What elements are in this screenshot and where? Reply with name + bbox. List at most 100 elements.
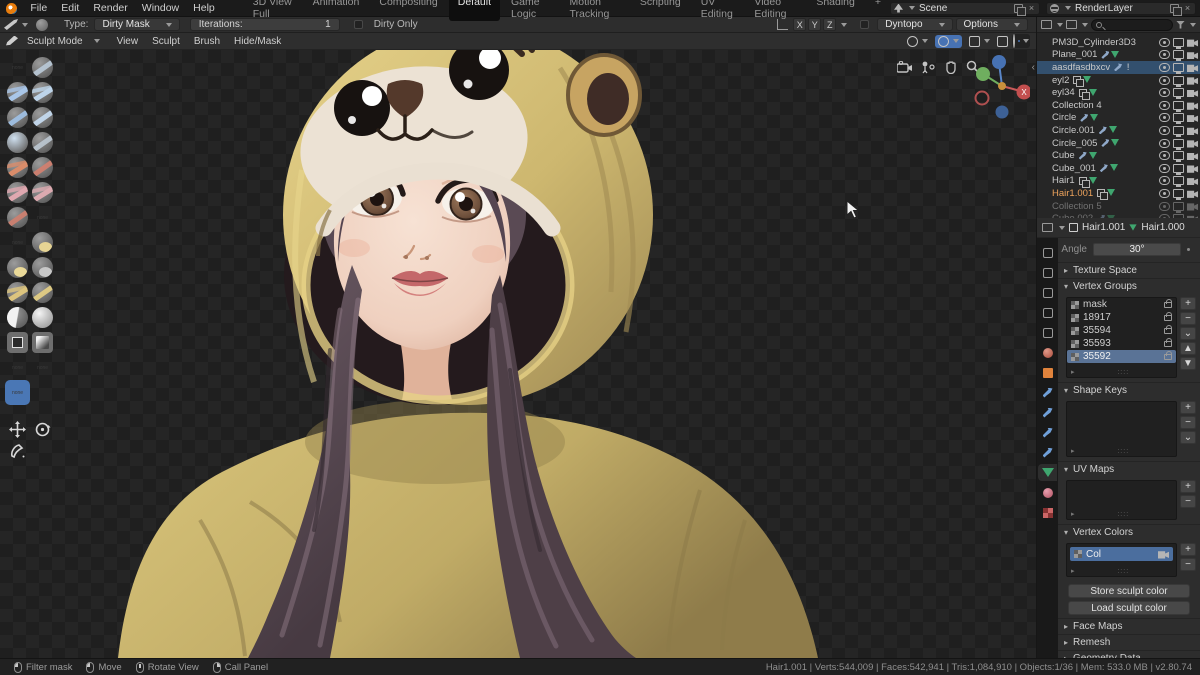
outliner-row[interactable]: Collection 4	[1037, 99, 1200, 112]
brush-button[interactable]	[32, 232, 53, 253]
menu-item[interactable]: Window	[135, 2, 186, 14]
view-layer-icon[interactable]	[1040, 306, 1055, 319]
outliner-row[interactable]: Circle_005	[1037, 137, 1200, 150]
visibility-eye-icon[interactable]	[1159, 113, 1170, 122]
visibility-eye-icon[interactable]	[1159, 164, 1170, 173]
brush-button[interactable]: none	[32, 207, 53, 228]
close-icon[interactable]: ×	[1183, 4, 1192, 13]
brush-button[interactable]	[32, 57, 53, 78]
load-sculpt-color-button[interactable]: Load sculpt color	[1068, 601, 1190, 615]
collapsed-panel-header[interactable]: Face Maps	[1058, 618, 1200, 634]
brush-button[interactable]	[32, 82, 53, 103]
add-vertex-color-button[interactable]: +	[1180, 543, 1196, 556]
workspace-tab[interactable]: Game Logic	[502, 0, 558, 21]
workspace-tab[interactable]: 3D View Full	[244, 0, 302, 21]
vertex-group-row[interactable]: 35592	[1067, 350, 1176, 363]
lock-icon[interactable]	[1164, 328, 1172, 334]
output-icon[interactable]	[1040, 286, 1055, 299]
brush-button[interactable]: none	[7, 357, 28, 378]
panel-texture-space[interactable]: Texture Space	[1058, 262, 1200, 278]
workspace-tab[interactable]: Video Editing	[745, 0, 805, 21]
brush-button[interactable]: none	[32, 357, 53, 378]
outliner-row[interactable]: Circle.001	[1037, 124, 1200, 137]
workspace-tab[interactable]: Default	[449, 0, 500, 21]
move-up-button[interactable]: ▲	[1180, 342, 1196, 355]
brush-button[interactable]	[32, 107, 53, 128]
lock-icon[interactable]	[1164, 315, 1172, 321]
copy-icon[interactable]	[1014, 4, 1023, 13]
shading-wireframe-button[interactable]	[1013, 35, 1015, 47]
brush-button[interactable]	[7, 182, 28, 203]
outliner-row[interactable]: eyl34	[1037, 86, 1200, 99]
outliner-row[interactable]: PM3D_Cylinder3D3	[1037, 36, 1200, 49]
brush-button[interactable]	[7, 282, 28, 303]
viewport-disable-icon[interactable]	[1173, 164, 1184, 173]
shading-rendered-button[interactable]	[1018, 40, 1020, 42]
editor-type-icon[interactable]	[4, 19, 18, 30]
viewport-disable-icon[interactable]	[1173, 202, 1184, 211]
mask-type-dropdown[interactable]: Dirty Mask	[94, 18, 179, 31]
visibility-eye-icon[interactable]	[1159, 38, 1170, 47]
camera-view-button[interactable]	[897, 61, 913, 77]
brush-button[interactable]	[7, 307, 28, 328]
brush-button[interactable]	[7, 257, 28, 278]
shape-key-specials-button[interactable]: ⌄	[1180, 431, 1196, 444]
angle-value[interactable]: 30°	[1093, 243, 1181, 256]
object-data-icon[interactable]	[1040, 466, 1055, 479]
move-tool-button[interactable]	[5, 418, 30, 440]
render-visibility-icon[interactable]	[1187, 176, 1198, 185]
render-visibility-icon[interactable]	[1187, 38, 1198, 47]
viewport-disable-icon[interactable]	[1173, 50, 1184, 59]
editor-type-icon[interactable]	[1042, 223, 1053, 232]
viewport-menu-item[interactable]: Hide/Mask	[227, 36, 288, 47]
outliner-search-input[interactable]	[1091, 19, 1173, 31]
particles-icon[interactable]	[1040, 406, 1055, 419]
visibility-eye-icon[interactable]	[1159, 139, 1170, 148]
physics-icon[interactable]	[1040, 426, 1055, 439]
visibility-eye-icon[interactable]	[1159, 101, 1170, 110]
outliner-row[interactable]: eyl2	[1037, 74, 1200, 87]
menu-item[interactable]: Help	[186, 2, 222, 14]
brush-button[interactable]	[7, 332, 28, 353]
render-visibility-icon[interactable]	[1187, 101, 1198, 110]
render-layer-selector[interactable]: RenderLayer ×	[1046, 2, 1196, 15]
object-icon[interactable]	[1040, 366, 1055, 379]
outliner-row[interactable]: Collection 5	[1037, 200, 1200, 213]
workspace-tab[interactable]: UV Editing	[692, 0, 744, 21]
render-visibility-icon[interactable]	[1187, 113, 1198, 122]
copy-icon[interactable]	[1170, 4, 1179, 13]
visibility-eye-icon[interactable]	[1159, 176, 1170, 185]
gizmo-dropdown[interactable]	[904, 35, 931, 48]
outliner-row[interactable]: Circle	[1037, 112, 1200, 125]
snap-dropdown[interactable]	[935, 35, 962, 48]
outliner-row[interactable]: aasdfasdbxcv	[1037, 61, 1200, 74]
filter-mode-icon[interactable]	[1066, 20, 1077, 29]
remove-vertex-color-button[interactable]: −	[1180, 558, 1196, 571]
brush-button[interactable]	[32, 132, 53, 153]
workspace-tab[interactable]: +	[866, 0, 890, 21]
workspace-tab[interactable]: Scripting	[631, 0, 690, 21]
outliner-row[interactable]: Hair1.001	[1037, 187, 1200, 200]
mode-dropdown[interactable]: Sculpt Mode	[20, 36, 90, 47]
tool-icon[interactable]	[1040, 246, 1055, 259]
outliner-row[interactable]: Cube_001	[1037, 162, 1200, 175]
panel-vertex-colors[interactable]: Vertex Colors	[1058, 524, 1200, 540]
brush-button[interactable]	[7, 132, 28, 153]
menu-item[interactable]: Render	[86, 2, 134, 14]
vertex-group-specials-button[interactable]: ⌄	[1180, 327, 1196, 340]
viewport-disable-icon[interactable]	[1173, 176, 1184, 185]
viewport-disable-icon[interactable]	[1173, 38, 1184, 47]
close-icon[interactable]: ×	[1027, 4, 1036, 13]
visibility-eye-icon[interactable]	[1159, 88, 1170, 97]
viewport-disable-icon[interactable]	[1173, 113, 1184, 122]
sidebar-collapse-arrow[interactable]: ‹	[1032, 62, 1035, 73]
material-icon[interactable]	[1040, 486, 1055, 499]
outliner-row[interactable]: Cube	[1037, 149, 1200, 162]
render-visibility-icon[interactable]	[1187, 202, 1198, 211]
vertex-group-row[interactable]: 35594	[1067, 324, 1176, 337]
render-visibility-icon[interactable]	[1187, 164, 1198, 173]
viewport-disable-icon[interactable]	[1173, 88, 1184, 97]
render-visibility-icon[interactable]	[1187, 50, 1198, 59]
visibility-eye-icon[interactable]	[1159, 189, 1170, 198]
dyntopo-checkbox[interactable]	[860, 20, 869, 29]
